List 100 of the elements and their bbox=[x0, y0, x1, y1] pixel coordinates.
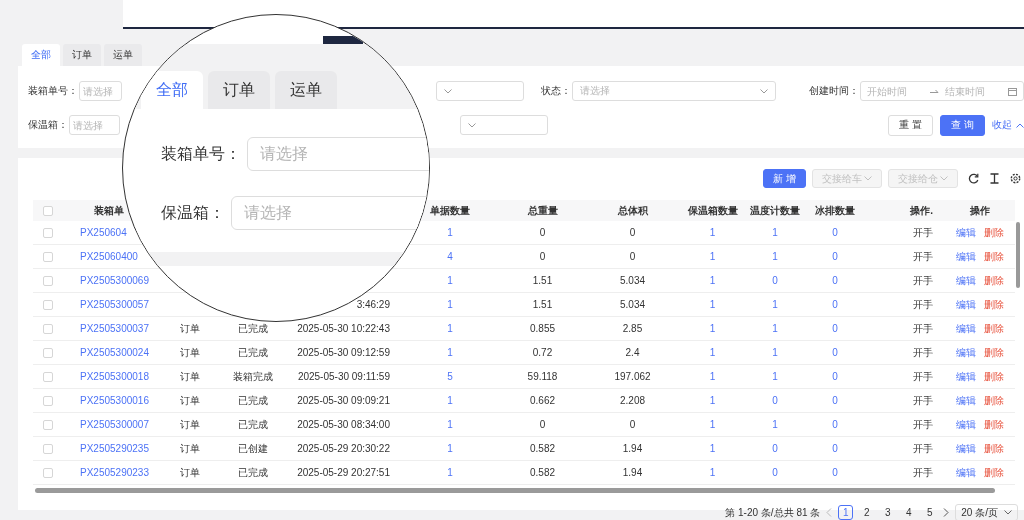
delete-link[interactable]: 删除 bbox=[984, 417, 1004, 432]
table-cell: 开手 bbox=[913, 345, 933, 360]
order-link[interactable]: PX2505300037 bbox=[80, 323, 149, 334]
delete-link[interactable]: 删除 bbox=[984, 321, 1004, 336]
delete-link[interactable]: 删除 bbox=[984, 225, 1004, 240]
page-size-select[interactable]: 20 条/页 bbox=[955, 504, 1018, 520]
delete-link[interactable]: 删除 bbox=[984, 249, 1004, 264]
delete-link[interactable]: 删除 bbox=[984, 465, 1004, 480]
table-cell: 0 bbox=[772, 467, 778, 478]
checkbox[interactable] bbox=[42, 227, 53, 238]
delete-link[interactable]: 删除 bbox=[984, 297, 1004, 312]
input-field[interactable]: 请选择 bbox=[247, 137, 429, 171]
edit-link[interactable]: 编辑 bbox=[956, 441, 976, 456]
order-link[interactable]: PX2505300007 bbox=[80, 419, 149, 430]
table-cell: 5 bbox=[447, 371, 453, 382]
checkbox[interactable] bbox=[42, 275, 53, 286]
chevron-right-icon[interactable] bbox=[943, 508, 950, 517]
checkbox[interactable] bbox=[42, 299, 53, 310]
table-cell: 订单 bbox=[180, 321, 200, 336]
edit-link[interactable]: 编辑 bbox=[956, 417, 976, 432]
table-cell: 1 bbox=[772, 371, 778, 382]
delete-link[interactable]: 删除 bbox=[984, 393, 1004, 408]
column-height-icon[interactable] bbox=[989, 173, 1000, 184]
table-cell: 2025-05-29 20:30:22 bbox=[297, 443, 390, 454]
page-number[interactable]: 2 bbox=[859, 505, 875, 520]
delete-link[interactable]: 删除 bbox=[984, 345, 1004, 360]
table-cell: 已创建 bbox=[237, 441, 268, 456]
order-link[interactable]: PX2505290235 bbox=[80, 443, 149, 454]
table-cell: 0.855 bbox=[530, 323, 555, 334]
checkbox[interactable] bbox=[42, 371, 53, 382]
search-button[interactable]: 查 询 bbox=[940, 114, 985, 136]
checkbox[interactable] bbox=[42, 251, 53, 262]
table-cell: 订单 bbox=[180, 417, 200, 432]
tab[interactable]: 订单 bbox=[63, 44, 101, 66]
delete-link[interactable]: 删除 bbox=[984, 369, 1004, 384]
tab[interactable]: 全部 bbox=[22, 44, 60, 66]
edit-link[interactable]: 编辑 bbox=[956, 249, 976, 264]
checkbox[interactable] bbox=[42, 419, 53, 430]
collapse-link[interactable]: 收起 bbox=[992, 114, 1024, 136]
delete-link[interactable]: 删除 bbox=[984, 273, 1004, 288]
table-cell: 1 bbox=[709, 419, 716, 430]
edit-link[interactable]: 编辑 bbox=[956, 273, 976, 288]
edit-link[interactable]: 编辑 bbox=[956, 225, 976, 240]
table-cell: 1 bbox=[447, 323, 453, 334]
table-cell: 订单 bbox=[180, 345, 200, 360]
table-cell: 0 bbox=[832, 227, 838, 238]
page-number[interactable]: 5 bbox=[922, 505, 938, 520]
tab[interactable]: 全部 bbox=[141, 71, 203, 109]
order-link[interactable]: PX2505300018 bbox=[80, 371, 149, 382]
refresh-icon[interactable] bbox=[968, 173, 979, 184]
page-number[interactable]: 3 bbox=[880, 505, 896, 520]
checkbox[interactable] bbox=[42, 467, 53, 478]
tab[interactable]: 运单 bbox=[275, 71, 337, 109]
order-link[interactable]: PX2505300016 bbox=[80, 395, 149, 406]
edit-link[interactable]: 编辑 bbox=[956, 393, 976, 408]
order-link[interactable]: PX250604 bbox=[80, 227, 127, 238]
table-cell: 0 bbox=[629, 251, 636, 262]
chevron-left-icon[interactable] bbox=[826, 508, 833, 517]
table-cell: 2025-05-30 08:34:00 bbox=[297, 419, 390, 430]
settings-icon[interactable] bbox=[1010, 173, 1021, 184]
add-button[interactable]: 新 增 bbox=[763, 169, 806, 188]
checkbox[interactable] bbox=[42, 323, 53, 334]
order-link[interactable]: PX2505300024 bbox=[80, 347, 149, 358]
input-field[interactable]: 请选择 bbox=[79, 81, 122, 101]
table-cell: 1 bbox=[709, 251, 716, 262]
column-header: 温度计数量 bbox=[750, 203, 800, 218]
checkbox[interactable] bbox=[42, 395, 53, 406]
page-number[interactable]: 4 bbox=[901, 505, 917, 520]
scrollbar-thumb[interactable] bbox=[1016, 222, 1020, 288]
table-cell: 开手 bbox=[913, 273, 933, 288]
table-cell: 1 bbox=[709, 395, 716, 406]
input-field[interactable]: 请选择 bbox=[231, 196, 429, 230]
reset-button[interactable]: 重 置 bbox=[888, 114, 934, 136]
tab[interactable]: 运单 bbox=[104, 44, 142, 66]
scrollbar-thumb[interactable] bbox=[35, 488, 995, 493]
checkbox[interactable] bbox=[42, 205, 53, 216]
select-field[interactable] bbox=[436, 81, 524, 101]
checkbox[interactable] bbox=[42, 347, 53, 358]
edit-link[interactable]: 编辑 bbox=[956, 369, 976, 384]
edit-link[interactable]: 编辑 bbox=[956, 465, 976, 480]
checkbox[interactable] bbox=[42, 443, 53, 454]
delete-link[interactable]: 删除 bbox=[984, 441, 1004, 456]
tab[interactable]: 订单 bbox=[208, 71, 270, 109]
table-cell: 开手 bbox=[913, 297, 933, 312]
edit-link[interactable]: 编辑 bbox=[956, 345, 976, 360]
table-cell: 订单 bbox=[180, 441, 200, 456]
table-cell: 2025-05-29 20:27:51 bbox=[297, 467, 390, 478]
order-link[interactable]: PX25060400 bbox=[80, 251, 138, 262]
select-field[interactable] bbox=[460, 115, 549, 135]
page-number[interactable]: 1 bbox=[838, 505, 854, 520]
order-link[interactable]: PX2505290233 bbox=[80, 467, 149, 478]
table-cell: 59.118 bbox=[527, 371, 558, 382]
table-cell: 1 bbox=[772, 323, 778, 334]
order-link[interactable]: PX2505300057 bbox=[80, 299, 149, 310]
page-summary: 第 1-20 条/总共 81 条 bbox=[725, 505, 821, 520]
edit-link[interactable]: 编辑 bbox=[956, 321, 976, 336]
input-field[interactable]: 请选择 bbox=[69, 115, 120, 135]
date-range-field[interactable]: 开始时间 结束时间 bbox=[860, 81, 1024, 101]
order-link[interactable]: PX2505300069 bbox=[80, 275, 149, 286]
edit-link[interactable]: 编辑 bbox=[956, 297, 976, 312]
